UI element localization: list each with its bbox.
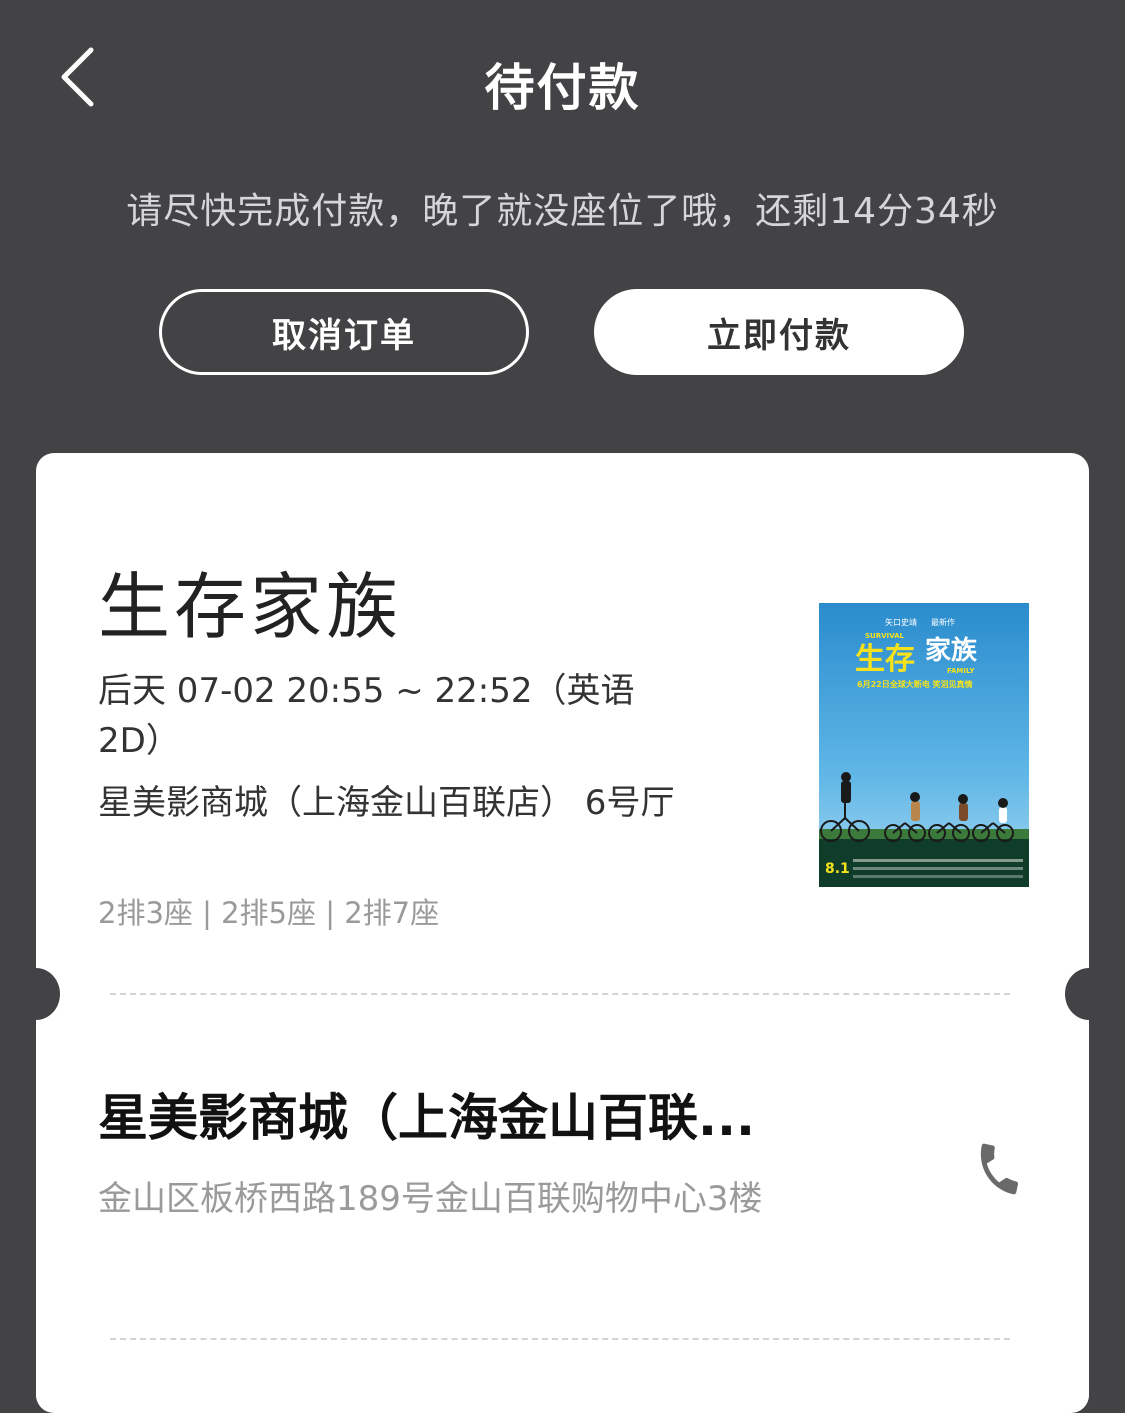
movie-title: 生存家族: [98, 565, 403, 649]
poster-tagline: 6月22日全球大断电 笑泪见真情: [857, 679, 972, 689]
payment-countdown-notice: 请尽快完成付款，晚了就没座位了哦，还剩14分34秒: [126, 191, 999, 232]
call-cinema-button[interactable]: [962, 1132, 1036, 1206]
page-title: 待付款: [484, 59, 641, 117]
poster-director-text: 矢口史靖: [885, 617, 917, 627]
cinema-address: 金山区板桥西路189号金山百联购物中心3楼: [98, 1179, 763, 1219]
movie-poster-image: 矢口史靖 最新作 SURVIVAL 生存 家族 FAMILY 6月22日全球大断…: [819, 603, 1029, 887]
poster-director-suffix: 最新作: [931, 617, 955, 627]
poster-title-left: 生存: [855, 642, 915, 677]
phone-icon: [980, 1143, 1019, 1195]
cinema-name: 星美影商城（上海金山百联...: [98, 1089, 755, 1147]
ticket-notch-right: [1065, 968, 1113, 1020]
cinema-hall-info: 星美影商城（上海金山百联店） 6号厅: [98, 783, 675, 823]
ticket-notch-left: [12, 968, 60, 1020]
ticket-divider: [110, 993, 1010, 995]
movie-poster[interactable]: 矢口史靖 最新作 SURVIVAL 生存 家族 FAMILY 6月22日全球大断…: [819, 603, 1029, 887]
poster-family-text: FAMILY: [947, 667, 975, 675]
pay-now-button[interactable]: 立即付款: [594, 289, 964, 375]
cancel-order-button[interactable]: 取消订单: [159, 289, 529, 375]
poster-release-date: 8.1: [825, 861, 850, 877]
seat-list: 2排3座 | 2排5座 | 2排7座: [98, 896, 440, 930]
ticket-divider-2: [110, 1338, 1010, 1340]
showtime-info: 后天 07-02 20:55 ~ 22:52（英语2D）: [98, 671, 635, 761]
poster-title-right: 家族: [925, 635, 978, 666]
poster-survival-text: SURVIVAL: [865, 632, 904, 640]
